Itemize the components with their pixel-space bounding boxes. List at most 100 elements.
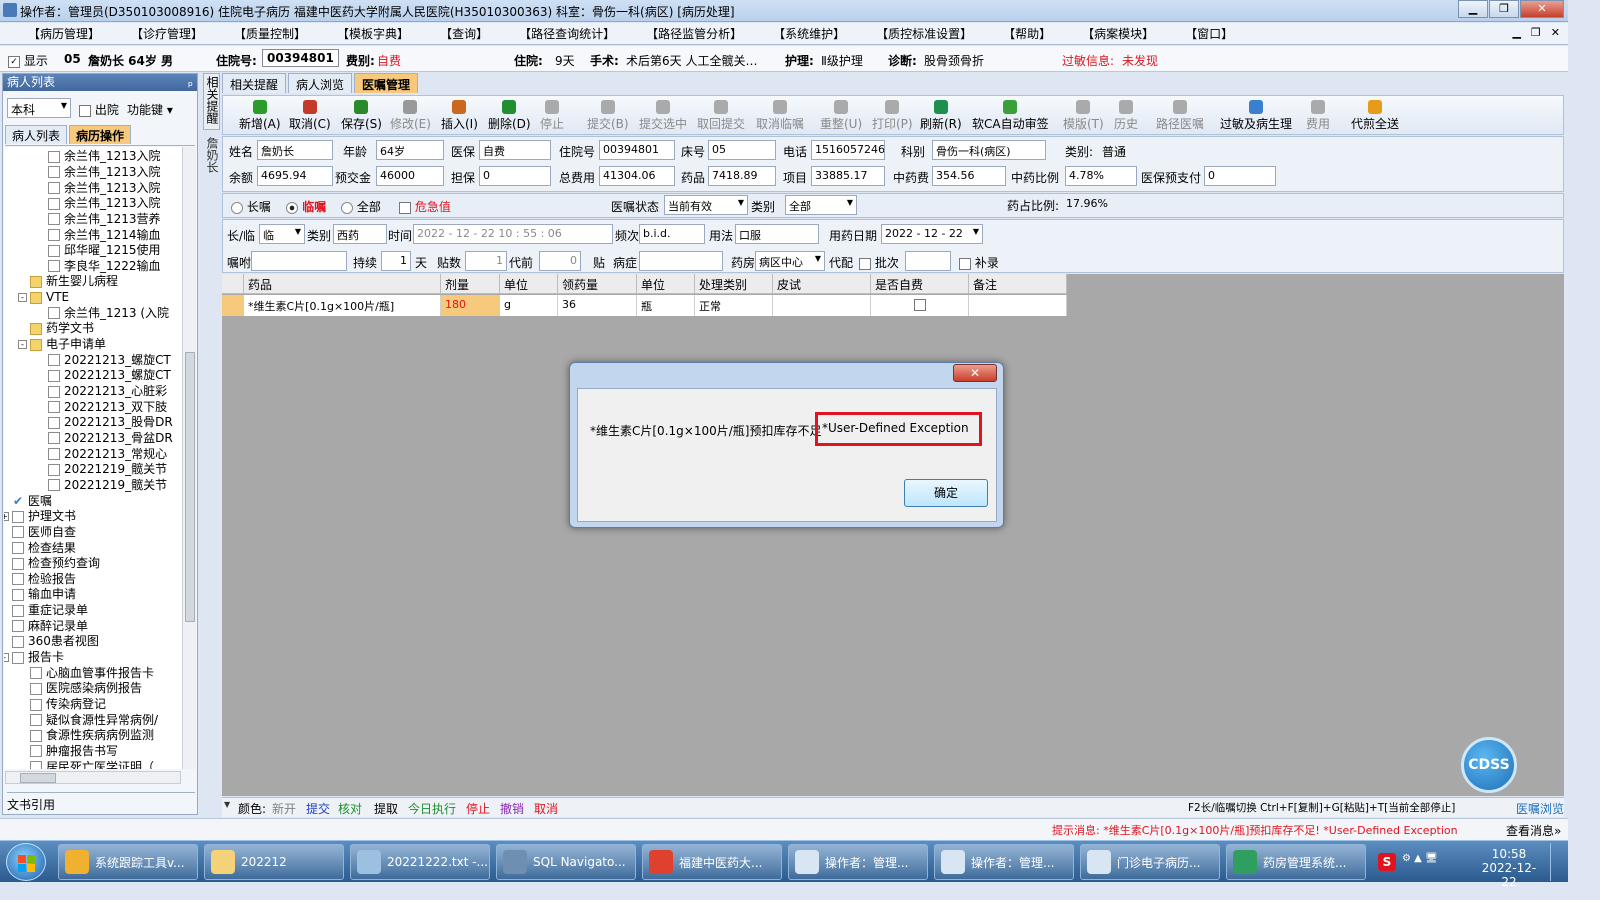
cdss-button[interactable]: CDSS	[1461, 737, 1517, 793]
tree-item[interactable]: 20221213_螺旋CT	[48, 368, 171, 384]
grid-cell[interactable]: 正常	[695, 295, 773, 316]
tab-record-ops[interactable]: 病历操作	[69, 125, 132, 144]
menu-item[interactable]: 【病历管理】	[28, 25, 100, 42]
toolbar-button[interactable]: 提交(B)	[587, 100, 629, 132]
toolbar-button[interactable]: 重整(U)	[820, 100, 862, 132]
tree-item[interactable]: 重症记录单	[12, 603, 88, 619]
tree-item[interactable]: 邱华曜_1215使用	[48, 243, 161, 259]
toolbar-button[interactable]: 代煎全送	[1351, 100, 1399, 132]
restore-button[interactable]: ❐	[1489, 0, 1519, 18]
tcm-ratio-field[interactable]: 4.78%	[1065, 166, 1137, 186]
radio-temp-order[interactable]: 临嘱	[286, 198, 326, 215]
tab-0[interactable]: 相关提醒	[222, 73, 287, 93]
symptom-field[interactable]	[639, 251, 723, 271]
deposit-field[interactable]: 46000	[376, 166, 444, 186]
toolbar-button[interactable]: 历史	[1114, 100, 1138, 132]
grid-cell[interactable]	[871, 295, 969, 316]
medication-date-field[interactable]: 2022 - 12 - 22 ▼	[881, 224, 983, 244]
long-temp-select[interactable]: 临 ▼	[259, 224, 305, 244]
tree-item[interactable]: 心脑血管事件报告卡	[30, 665, 154, 681]
self-pay-checkbox[interactable]	[913, 299, 926, 311]
toolbar-button[interactable]: 费用	[1306, 100, 1330, 132]
insurance-field[interactable]: 自费	[479, 140, 551, 160]
item-fee-field[interactable]: 33885.17	[811, 166, 885, 186]
pharmacy-select[interactable]: 病区中心 ▼	[755, 251, 825, 271]
show-desktop-button[interactable]	[1550, 843, 1566, 881]
front-field[interactable]: 0	[539, 251, 581, 271]
toolbar-button[interactable]: 删除(D)	[488, 100, 531, 132]
prepay-field[interactable]: 0	[1204, 166, 1276, 186]
menu-item[interactable]: 【系统维护】	[773, 25, 845, 42]
tree-item[interactable]: - VTE	[18, 290, 69, 306]
menu-item[interactable]: 【质量控制】	[234, 25, 306, 42]
tree-item[interactable]: + 护理文书	[4, 509, 76, 525]
grid-cell[interactable]	[969, 295, 1067, 316]
mdi-close-icon[interactable]: ✕	[1551, 26, 1560, 39]
grid-header[interactable]: 单位	[637, 274, 695, 294]
ime-icon[interactable]: S	[1378, 853, 1396, 871]
tree-item[interactable]: 食源性疾病病例监测	[30, 728, 154, 744]
balance-field[interactable]: 4695.94	[257, 166, 333, 186]
radio-long-order[interactable]: 长嘱	[231, 198, 271, 215]
side-tab-related[interactable]: 相关提醒	[203, 73, 220, 130]
tray-clock[interactable]: 10:58 2022-12-22	[1476, 847, 1542, 889]
toolbar-button[interactable]: 插入(I)	[441, 100, 478, 132]
toolbar-button[interactable]: 取回提交	[697, 100, 745, 132]
view-message-link[interactable]: 查看消息»	[1506, 822, 1561, 839]
discharge-checkbox[interactable]: 出院	[79, 101, 119, 118]
tree-item[interactable]: 20221213_螺旋CT	[48, 352, 171, 368]
tree-item[interactable]: 20221213_股骨DR	[48, 415, 173, 431]
tree-vertical-scrollbar[interactable]	[182, 147, 196, 769]
doc-ref-bar[interactable]: 文书引用	[7, 792, 195, 813]
tree-item[interactable]: 疑似食源性异常病例/	[30, 712, 158, 728]
order-type-select[interactable]: 全部 ▼	[785, 195, 857, 215]
toolbar-button[interactable]: 模版(T)	[1063, 100, 1104, 132]
frequency-field[interactable]: b.i.d.	[639, 224, 705, 244]
taskbar-item[interactable]: 操作者：管理...	[788, 844, 928, 880]
total-fee-field[interactable]: 41304.06	[599, 166, 675, 186]
menu-item[interactable]: 【诊疗管理】	[131, 25, 203, 42]
order-status-select[interactable]: 当前有效 ▼	[664, 195, 748, 215]
admit-no-field[interactable]: 00394801	[599, 140, 675, 160]
minimize-button[interactable]: ▁	[1458, 0, 1488, 18]
taskbar-item[interactable]: 操作者：管理...	[934, 844, 1074, 880]
menu-item[interactable]: 【质控标准设置】	[876, 25, 972, 42]
order-browse-link[interactable]: 医嘱浏览	[1516, 800, 1564, 817]
tree-item[interactable]: 药学文书	[30, 321, 94, 337]
grid-header[interactable]: 处理类别	[695, 274, 773, 294]
phone-field[interactable]: 15160572461	[811, 140, 885, 160]
collapse-icon[interactable]: -	[18, 293, 27, 303]
grid-header[interactable]: 备注	[969, 274, 1067, 294]
tree-item[interactable]: 余兰伟_1213入院	[48, 196, 161, 212]
taskbar-item[interactable]: 福建中医药大...	[642, 844, 782, 880]
menu-item[interactable]: 【查询】	[440, 25, 488, 42]
tree-item[interactable]: 余兰伟_1213入院	[48, 180, 161, 196]
taskbar-item[interactable]: SQL Navigato...	[496, 844, 636, 880]
tree-item[interactable]: 20221219_髋关节	[48, 462, 167, 478]
duration-field[interactable]: 1	[381, 251, 411, 271]
menu-item[interactable]: 【路径查询统计】	[519, 25, 615, 42]
tab-2[interactable]: 医嘱管理	[354, 73, 419, 93]
collapse-icon[interactable]: -	[18, 340, 27, 350]
tree-item[interactable]: ✔ 医嘱	[12, 493, 52, 509]
toolbar-button[interactable]: 软CA自动审签	[972, 100, 1049, 132]
grid-header[interactable]: 剂量	[441, 274, 500, 294]
tree-item[interactable]: 李良华_1222输血	[48, 259, 161, 275]
tree-item[interactable]: 20221213_双下肢	[48, 399, 167, 415]
taskbar-item[interactable]: 202212	[204, 844, 344, 880]
tree-item[interactable]: 余兰伟_1213营养	[48, 212, 161, 228]
mdi-restore-icon[interactable]: ❐	[1531, 26, 1541, 39]
toolbar-button[interactable]: 新增(A)	[239, 100, 281, 132]
toolbar-button[interactable]: 取消(C)	[289, 100, 331, 132]
toolbar-button[interactable]: 打印(P)	[872, 100, 913, 132]
guarantee-field[interactable]: 0	[479, 166, 551, 186]
dialog-close-button[interactable]: ✕	[953, 364, 997, 382]
menu-item[interactable]: 【窗口】	[1185, 25, 1233, 42]
taskbar-item[interactable]: 20221222.txt -...	[350, 844, 490, 880]
row-selector[interactable]	[222, 295, 244, 316]
dept-field[interactable]: 骨伤一科(病区)	[932, 140, 1046, 160]
taskbar-item[interactable]: 药房管理系统...	[1226, 844, 1366, 880]
grid-cell[interactable]: 180	[441, 295, 500, 316]
tree-horizontal-scrollbar[interactable]	[5, 771, 181, 784]
tree-item[interactable]: 居民死亡医学证明（	[30, 759, 154, 769]
